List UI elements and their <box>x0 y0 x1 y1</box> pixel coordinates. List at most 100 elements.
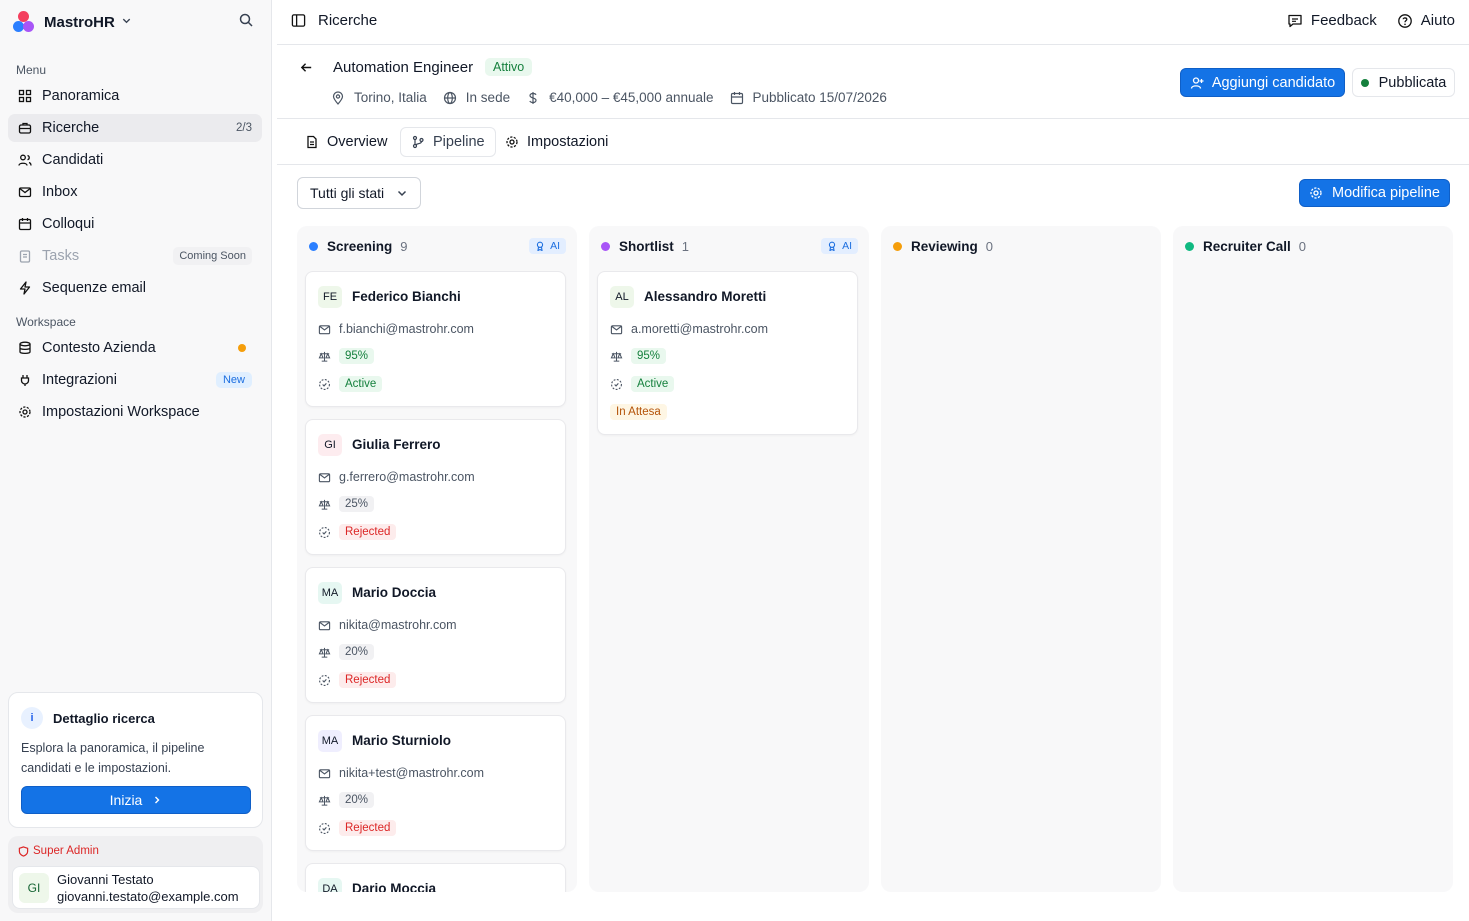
gear-icon <box>506 136 518 148</box>
sidebar-item-panoramica[interactable]: Panoramica <box>8 82 262 110</box>
tabs: Overview Pipeline Impostazioni <box>277 120 1469 165</box>
app: MastroHR Menu Panoramica Ricerche 2/3 Ca… <box>0 0 1469 921</box>
sidebar-item-inbox[interactable]: Inbox <box>8 178 262 206</box>
job-title: Automation Engineer <box>333 59 474 76</box>
shield-icon <box>18 845 29 857</box>
sidebar-item-label: Contesto Azienda <box>42 340 156 356</box>
match-score: 95% <box>631 348 667 364</box>
start-tour-button[interactable]: Inizia <box>21 786 251 814</box>
sidebar-item-sequenze-email[interactable]: Sequenze email <box>8 274 262 302</box>
column-title: Reviewing <box>911 239 978 254</box>
sidebar-item-label: Panoramica <box>42 88 120 104</box>
candidate-card[interactable]: AL Alessandro Moretti a.moretti@mastrohr… <box>597 271 858 435</box>
candidate-card[interactable]: GI Giulia Ferrero g.ferrero@mastrohr.com… <box>305 419 566 555</box>
candidate-status: Rejected <box>339 672 397 688</box>
status-badge: Attivo <box>485 58 533 76</box>
column-count: 0 <box>985 239 994 254</box>
sidebar-item-ricerche[interactable]: Ricerche 2/3 <box>8 114 262 142</box>
user-email: giovanni.testato@example.com <box>57 889 239 904</box>
match-score: 25% <box>339 496 375 512</box>
candidate-name: Federico Bianchi <box>352 289 461 304</box>
help-button[interactable]: Aiuto <box>1397 12 1455 29</box>
sidebar-toggle-icon[interactable] <box>291 13 306 28</box>
question-icon <box>1397 13 1412 28</box>
pending-badge: In Attesa <box>610 404 667 420</box>
tab-impostazioni[interactable]: Impostazioni <box>495 127 618 157</box>
user-card: Super Admin GI Giovanni Testato giovanni… <box>8 836 263 913</box>
candidate-email: nikita+test@mastrohr.com <box>339 766 485 780</box>
users-icon <box>18 153 32 167</box>
candidate-status: Active <box>631 376 675 392</box>
sidebar-item-label: Sequenze email <box>42 280 146 296</box>
published-status-button[interactable]: Pubblicata <box>1352 68 1455 97</box>
job-header: Automation Engineer Attivo Torino, Itali… <box>277 46 1469 119</box>
sidebar-item-candidati[interactable]: Candidati <box>8 146 262 174</box>
ai-badge[interactable]: AI <box>821 238 858 254</box>
column-title: Shortlist <box>619 239 674 254</box>
grid-icon <box>18 89 32 103</box>
avatar: AL <box>610 286 634 308</box>
scale-icon <box>318 647 331 658</box>
sidebar-item-tasks[interactable]: Tasks Coming Soon <box>8 242 262 270</box>
stage-dot <box>893 242 902 251</box>
match-score: 20% <box>339 644 375 660</box>
match-score: 95% <box>339 348 375 364</box>
sidebar-item-colloqui[interactable]: Colloqui <box>8 210 262 238</box>
award-icon <box>827 241 837 251</box>
tab-overview[interactable]: Overview <box>295 127 397 157</box>
search-icon[interactable] <box>238 12 258 32</box>
avatar: MA <box>318 730 342 752</box>
notification-dot <box>238 344 246 352</box>
candidate-card[interactable]: MA Mario Doccia nikita@mastrohr.com 20% … <box>305 567 566 703</box>
sidebar-item-label: Inbox <box>42 184 78 200</box>
role-label: Super Admin <box>33 845 99 857</box>
mail-icon <box>18 185 32 199</box>
candidate-name: Dario Moccia <box>352 881 437 892</box>
sidebar: MastroHR Menu Panoramica Ricerche 2/3 Ca… <box>0 0 272 921</box>
candidate-status: Rejected <box>339 820 397 836</box>
arrow-left-icon[interactable] <box>299 60 315 76</box>
column-count: 0 <box>1298 239 1307 254</box>
sidebar-item-label: Integrazioni <box>42 372 117 388</box>
calendar-icon <box>18 217 32 231</box>
workspace-section-label: Workspace <box>16 315 76 329</box>
sidebar-item-impostazioni-workspace[interactable]: Impostazioni Workspace <box>8 398 262 426</box>
candidate-card[interactable]: DA Dario Moccia <box>305 863 566 892</box>
gear-icon <box>1309 186 1323 200</box>
calendar-icon <box>730 91 743 104</box>
status-circle-icon <box>319 378 330 390</box>
column-count: 1 <box>681 239 689 254</box>
new-badge: New <box>215 372 252 388</box>
help-card: i Dettaglio ricerca Esplora la panoramic… <box>8 692 263 828</box>
status-filter-select[interactable]: Tutti gli stati <box>297 177 421 209</box>
tab-pipeline[interactable]: Pipeline <box>400 127 496 157</box>
status-dot <box>1360 78 1369 87</box>
mail-icon <box>610 324 623 334</box>
workspace-switcher[interactable]: MastroHR <box>12 8 262 36</box>
candidate-card[interactable]: FE Federico Bianchi f.bianchi@mastrohr.c… <box>305 271 566 407</box>
status-circle-icon <box>611 378 622 390</box>
candidate-name: Mario Sturniolo <box>352 733 451 748</box>
avatar: DA <box>318 878 342 892</box>
candidate-email: g.ferrero@mastrohr.com <box>339 470 475 484</box>
pipeline-column-shortlist: Shortlist 1 AI AL Alessandro Moretti a.m… <box>589 226 869 892</box>
add-candidate-button[interactable]: Aggiungi candidato <box>1180 68 1345 97</box>
candidate-email: f.bianchi@mastrohr.com <box>339 322 474 336</box>
brand-name: MastroHR <box>44 13 115 31</box>
mail-icon <box>318 472 331 482</box>
globe-icon <box>443 91 456 104</box>
sidebar-item-integrazioni[interactable]: Integrazioni New <box>8 366 262 394</box>
candidate-card[interactable]: MA Mario Sturniolo nikita+test@mastrohr.… <box>305 715 566 851</box>
sidebar-item-label: Colloqui <box>42 216 95 232</box>
job-work-mode: In sede <box>465 90 511 105</box>
candidate-status: Rejected <box>339 524 397 540</box>
user-menu[interactable]: GI Giovanni Testato giovanni.testato@exa… <box>12 866 260 909</box>
candidate-name: Giulia Ferrero <box>352 437 441 452</box>
ai-badge[interactable]: AI <box>529 238 566 254</box>
edit-pipeline-button[interactable]: Modifica pipeline <box>1299 179 1450 207</box>
user-plus-icon <box>1190 76 1204 90</box>
feedback-button[interactable]: Feedback <box>1287 12 1377 29</box>
sidebar-item-label: Candidati <box>42 152 104 168</box>
sidebar-item-contesto-azienda[interactable]: Contesto Azienda <box>8 334 262 362</box>
column-title: Screening <box>327 239 393 254</box>
